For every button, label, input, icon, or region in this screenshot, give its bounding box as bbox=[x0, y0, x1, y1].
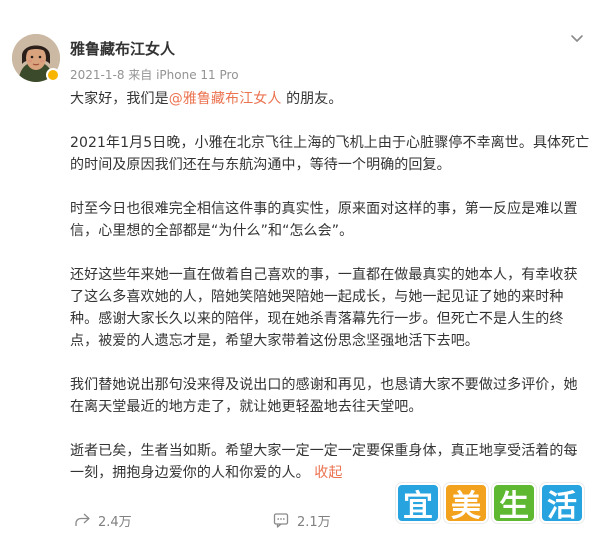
paragraph-6: 逝者已矣，生者当如斯。希望大家一定一定一定要保重身体，真正地享受活着的每一刻，拥… bbox=[70, 440, 590, 484]
post-meta: 2021-1-8 来自 iPhone 11 Pro bbox=[70, 68, 239, 82]
greeting-suffix: 的朋友。 bbox=[281, 91, 343, 107]
author-name[interactable]: 雅鲁藏布江女人 bbox=[70, 38, 175, 59]
verified-badge-icon bbox=[46, 68, 60, 82]
paragraph-4: 还好这些年来她一直在做着自己喜欢的事，一直都在做最真实的她本人，有幸收获了这么多… bbox=[70, 267, 578, 349]
mention-link[interactable]: @雅鲁藏布江女人 bbox=[169, 91, 282, 107]
paragraph-5: 我们替她说出那句没来得及说出口的感谢和再见，也恳请大家不要做过多评价，她在离天堂… bbox=[70, 377, 578, 415]
comment-button[interactable]: 2.1万 bbox=[273, 510, 331, 530]
greeting-prefix: 大家好，我们是 bbox=[70, 91, 169, 107]
paragraph-3: 时至今日也很难完全相信这件事的真实性，原来面对这样的事，第一反应是难以置信，心里… bbox=[70, 201, 578, 239]
weibo-post-card: 雅鲁藏布江女人 2021-1-8 来自 iPhone 11 Pro 大家好，我们… bbox=[0, 0, 600, 539]
paragraph-greeting: 大家好，我们是@雅鲁藏布江女人 的朋友。 bbox=[70, 88, 590, 110]
repost-count: 2.4万 bbox=[98, 514, 132, 530]
collapse-link[interactable]: 收起 bbox=[314, 465, 342, 481]
chevron-down-icon[interactable] bbox=[569, 30, 585, 46]
share-icon bbox=[75, 513, 90, 526]
post-body: 大家好，我们是@雅鲁藏布江女人 的朋友。 2021年1月5日晚，小雅在北京飞往上… bbox=[70, 88, 590, 506]
comment-count: 2.1万 bbox=[297, 514, 331, 530]
paragraph-2: 2021年1月5日晚，小雅在北京飞往上海的飞机上由于心脏骤停不幸离世。具体死亡的… bbox=[70, 135, 590, 173]
comment-icon bbox=[273, 513, 289, 528]
post-actions: 2.4万 2.1万 bbox=[0, 500, 600, 539]
repost-button[interactable]: 2.4万 bbox=[74, 510, 132, 530]
